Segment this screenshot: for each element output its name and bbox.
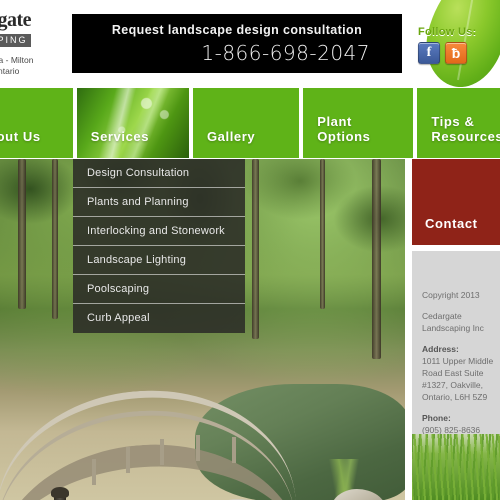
- phone-heading: Phone:: [422, 413, 451, 423]
- hero-tree-trunk: [52, 159, 58, 319]
- nav-label-services: Services: [90, 129, 150, 144]
- address-text: 1011 Upper Middle Road East Suite #1327,…: [422, 356, 494, 402]
- site-header: ...gate ...PING ...uga - Milton ... Onta…: [0, 0, 500, 87]
- nav-label-tips-resources: Tips & Resources: [431, 114, 500, 144]
- dropdown-item-landscape-lighting[interactable]: Landscape Lighting: [73, 246, 245, 275]
- main-navigation: ...out Us Services Gallery Plant Options…: [0, 88, 500, 158]
- copyright-block: Copyright 2013: [422, 289, 494, 301]
- promo-phone-number[interactable]: 1-866-698-2047: [72, 37, 402, 65]
- logo-tagline: ...uga - Milton ... Ontario: [0, 55, 34, 76]
- promo-headline: Request landscape design consultation: [111, 23, 363, 37]
- dropdown-item-curb-appeal[interactable]: Curb Appeal: [73, 304, 245, 333]
- address-heading: Address:: [422, 344, 459, 354]
- dropdown-item-poolscaping[interactable]: Poolscaping: [73, 275, 245, 304]
- nav-item-gallery[interactable]: Gallery: [192, 88, 300, 158]
- contact-label: Contact: [425, 216, 478, 231]
- services-dropdown-menu: Design Consultation Plants and Planning …: [73, 159, 245, 333]
- dropdown-item-design-consultation[interactable]: Design Consultation: [73, 159, 245, 188]
- dropdown-item-interlocking-and-stonework[interactable]: Interlocking and Stonework: [73, 217, 245, 246]
- hero-tree-trunk: [372, 159, 381, 359]
- hero-bridge-newel-post: [51, 487, 69, 500]
- hero-bridge-post: [196, 435, 200, 461]
- page-root: ...gate ...PING ...uga - Milton ... Onta…: [0, 0, 500, 500]
- right-sidebar: Contact Copyright 2013 Cedargate Landsca…: [406, 159, 500, 500]
- hero-bridge-post: [126, 447, 130, 473]
- nav-item-about-us[interactable]: ...out Us: [0, 88, 73, 158]
- contact-button[interactable]: Contact: [412, 159, 500, 245]
- facebook-icon[interactable]: f: [418, 42, 440, 64]
- phone-block: Phone: (905) 825-8636: [422, 412, 494, 436]
- site-logo[interactable]: ...gate ...PING ...uga - Milton ... Onta…: [0, 10, 74, 77]
- hero-tree-trunk: [320, 159, 325, 309]
- address-block: Address: 1011 Upper Middle Road East Sui…: [422, 343, 494, 403]
- nav-label-plant-options: Plant Options: [317, 114, 371, 144]
- promo-banner: Request landscape design consultation 1-…: [72, 14, 402, 73]
- nav-label-about-us: ...out Us: [0, 129, 41, 144]
- company-block: Cedargate Landscaping Inc: [422, 310, 494, 334]
- social-icon-row: f ƀ: [418, 42, 477, 64]
- blogger-icon[interactable]: ƀ: [445, 42, 467, 64]
- follow-us-label: Follow Us:: [418, 26, 477, 38]
- follow-us-block: Follow Us: f ƀ: [418, 26, 477, 64]
- hero-bridge-post: [232, 437, 236, 463]
- nav-item-services[interactable]: Services: [76, 88, 189, 158]
- hero-tree-trunk: [252, 159, 259, 339]
- nav-item-plant-options[interactable]: Plant Options: [303, 88, 414, 158]
- logo-wordmark: ...gate: [0, 9, 32, 31]
- hero-bridge-post: [92, 459, 96, 485]
- nav-item-tips-resources[interactable]: Tips & Resources: [417, 88, 500, 158]
- dropdown-item-plants-and-planning[interactable]: Plants and Planning: [73, 188, 245, 217]
- copyright-text: Copyright 2013: [422, 290, 480, 300]
- sidebar-grass-decoration: [412, 434, 500, 500]
- nav-label-gallery: Gallery: [206, 129, 256, 144]
- company-name: Cedargate Landscaping Inc: [422, 311, 484, 333]
- hero-bridge-post: [160, 439, 164, 465]
- hero-tree-trunk: [18, 159, 26, 309]
- logo-subtitle: ...PING: [0, 34, 31, 47]
